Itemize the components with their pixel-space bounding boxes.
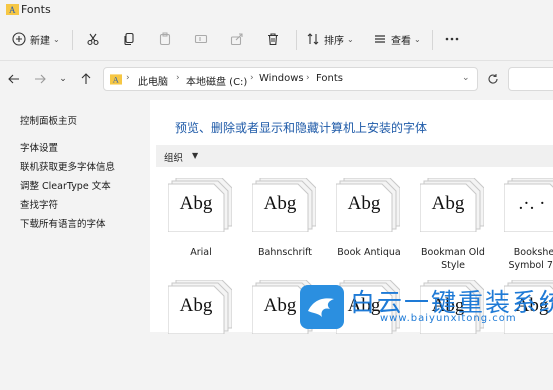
- arrow-up-icon: [81, 73, 91, 84]
- new-button[interactable]: 新建 ⌄: [12, 28, 60, 50]
- toolbar-divider: [72, 30, 73, 50]
- rename-button[interactable]: [194, 28, 208, 50]
- font-name: Arial: [190, 247, 212, 258]
- clipboard-icon: [159, 32, 171, 46]
- toolbar-divider: [296, 30, 297, 50]
- chevron-down-icon: ⌄: [53, 34, 60, 44]
- svg-text:A: A: [113, 76, 119, 85]
- up-button[interactable]: [78, 71, 94, 87]
- fonts-folder-icon: A: [6, 4, 19, 15]
- adjust-cleartype-link[interactable]: 调整 ClearType 文本: [20, 178, 111, 192]
- cut-button[interactable]: [86, 28, 100, 50]
- view-button[interactable]: 查看 ⌄: [373, 28, 421, 50]
- font-name: Bahnschrift: [257, 247, 313, 258]
- svg-text:A: A: [9, 5, 16, 15]
- font-preview-sample: Abg: [347, 193, 381, 214]
- title-bar: A Fonts: [0, 0, 553, 20]
- window-title: Fonts: [21, 3, 51, 16]
- font-name: Bookshelf Symbol 7 字: [508, 247, 553, 271]
- more-icon: [445, 37, 459, 41]
- breadcrumb-fonts[interactable]: Fonts: [316, 73, 343, 84]
- chevron-right-icon: ›: [250, 73, 254, 83]
- copy-icon: [124, 32, 134, 46]
- chevron-right-icon: ›: [176, 73, 180, 83]
- scissors-icon: [87, 33, 99, 46]
- recent-locations-button[interactable]: ⌄: [55, 71, 71, 87]
- breadcrumb-this-pc[interactable]: 此电脑: [138, 73, 168, 88]
- organize-bar: 组织 ▼: [156, 145, 553, 167]
- sort-button[interactable]: 排序 ⌄: [306, 28, 354, 50]
- font-settings-link[interactable]: 字体设置: [20, 140, 58, 154]
- chevron-down-icon: ⌄: [347, 34, 354, 44]
- chevron-right-icon: ›: [306, 73, 310, 83]
- watermark-url: www.baiyunxitong.com: [380, 313, 517, 324]
- tasks-pane: 控制面板主页 字体设置 联机获取更多字体信息 调整 ClearType 文本 查…: [0, 100, 150, 332]
- arrow-left-icon: [8, 74, 19, 84]
- font-preview-sample: Abg: [179, 295, 213, 316]
- view-button-label: 查看: [391, 35, 411, 47]
- address-history-chevron-icon[interactable]: ⌄: [462, 73, 470, 83]
- view-list-icon: [375, 35, 385, 43]
- font-name: Book Antiqua: [337, 247, 401, 258]
- command-bar: 新建 ⌄ 排序 ⌄ 查看 ⌄: [0, 20, 553, 61]
- refresh-icon: [488, 74, 498, 84]
- share-button[interactable]: [230, 28, 244, 50]
- caret-down-icon: ▼: [192, 151, 199, 160]
- font-item[interactable]: .·. · Bookshelf Symbol 7 字: [500, 178, 553, 288]
- chevron-right-icon: ›: [126, 73, 130, 83]
- share-icon: [230, 33, 243, 46]
- forward-button[interactable]: [32, 71, 48, 87]
- rename-icon: [194, 34, 208, 44]
- font-item[interactable]: Abg Arial: [164, 178, 238, 288]
- delete-button[interactable]: [266, 28, 280, 50]
- font-preview-sample: .·. ·: [518, 193, 546, 214]
- fonts-folder-icon: A: [110, 74, 122, 85]
- font-preview-sample: Abg: [263, 193, 297, 214]
- font-item[interactable]: Abg: [164, 280, 238, 390]
- download-fonts-link[interactable]: 下载所有语言的字体: [20, 216, 106, 230]
- refresh-button[interactable]: [481, 67, 505, 91]
- bird-logo-icon: [300, 285, 344, 329]
- more-options-button[interactable]: [444, 28, 460, 50]
- arrow-right-icon: [35, 74, 46, 84]
- sort-button-label: 排序: [324, 35, 344, 47]
- organize-button[interactable]: 组织: [164, 150, 183, 164]
- get-more-font-info-link[interactable]: 联机获取更多字体信息: [20, 159, 115, 173]
- paste-button[interactable]: [158, 28, 172, 50]
- font-preview-sample: Abg: [179, 193, 213, 214]
- font-preview-sample: Abg: [431, 193, 465, 214]
- copy-button[interactable]: [122, 28, 136, 50]
- address-bar[interactable]: A › 此电脑 › 本地磁盘 (C:) › Windows › Fonts ⌄: [103, 67, 478, 91]
- toolbar-divider: [432, 30, 433, 50]
- search-input[interactable]: [508, 67, 553, 91]
- font-item[interactable]: Abg Bahnschrift: [248, 178, 322, 288]
- control-panel-home-link[interactable]: 控制面板主页: [20, 113, 77, 127]
- trash-icon: [268, 33, 278, 46]
- font-name: Bookman Old Style: [421, 247, 485, 271]
- new-button-label: 新建: [30, 35, 50, 47]
- chevron-down-icon: ⌄: [414, 34, 421, 44]
- chevron-down-icon: ⌄: [59, 74, 67, 84]
- back-button[interactable]: [6, 71, 22, 87]
- font-item[interactable]: Abg Bookman Old Style: [416, 178, 490, 288]
- page-heading: 预览、删除或者显示和隐藏计算机上安装的字体: [175, 121, 428, 135]
- watermark: 白云一键重装系统 www.baiyunxitong.com: [300, 285, 553, 335]
- font-item[interactable]: Abg Book Antiqua: [332, 178, 406, 288]
- breadcrumb-local-disk[interactable]: 本地磁盘 (C:): [186, 73, 247, 88]
- plus-circle-icon: [12, 32, 26, 46]
- breadcrumb-windows[interactable]: Windows: [259, 73, 304, 84]
- find-character-link[interactable]: 查找字符: [20, 197, 58, 211]
- sort-icon: [307, 33, 319, 45]
